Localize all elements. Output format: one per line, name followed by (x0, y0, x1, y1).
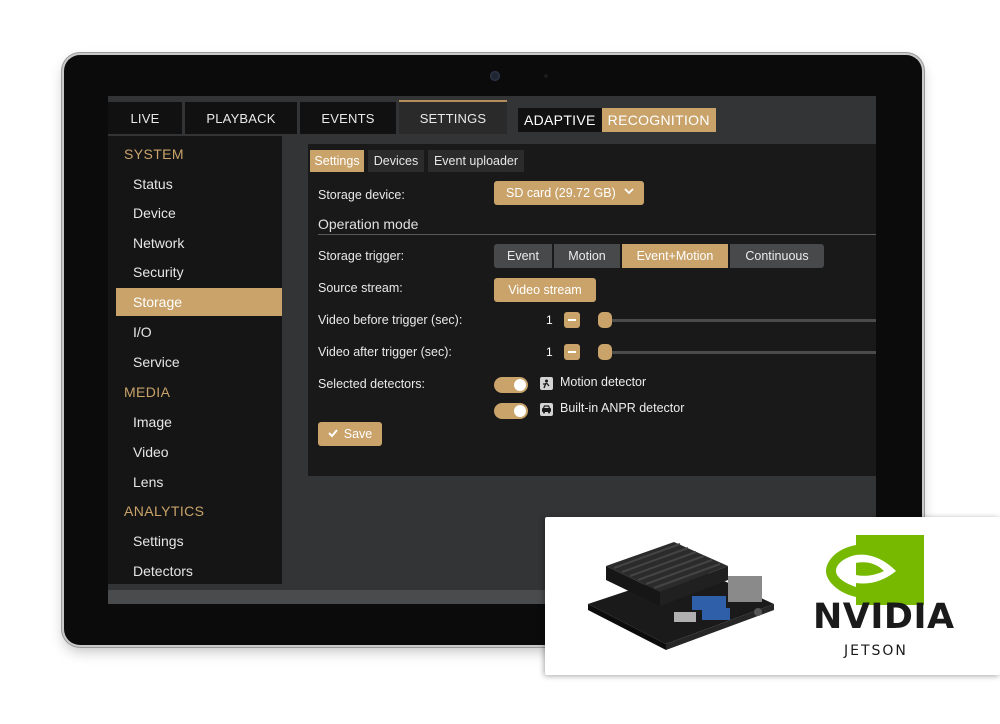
top-navigation: LIVE PLAYBACK EVENTS SETTINGS ADAPTIVE R… (108, 100, 876, 134)
storage-device-select[interactable]: SD card (29.72 GB) (494, 181, 644, 205)
nvidia-wordmark: NVIDIA (813, 597, 955, 637)
sidebar-item-service[interactable]: Service (116, 348, 282, 376)
jetson-board-image (588, 542, 774, 650)
save-button[interactable]: Save (318, 422, 382, 446)
trigger-option-continuous[interactable]: Continuous (730, 244, 824, 268)
checkmark-icon (328, 427, 338, 441)
sidebar-item-storage[interactable]: Storage (116, 288, 282, 316)
brand-logo: ADAPTIVE RECOGNITION (518, 108, 716, 132)
sidebar-item-image[interactable]: Image (116, 408, 282, 436)
trigger-option-event[interactable]: Event (494, 244, 552, 268)
video-after-label: Video after trigger (sec): (318, 345, 452, 359)
sidebar-section-system: SYSTEM (124, 146, 184, 162)
storage-device-label: Storage device: (318, 188, 405, 202)
tab-playback[interactable]: PLAYBACK (185, 102, 297, 134)
sidebar-section-analytics: ANALYTICS (124, 503, 205, 519)
video-after-slider-track[interactable] (604, 351, 876, 354)
sidebar-item-device[interactable]: Device (116, 199, 282, 227)
chevron-down-icon (624, 186, 634, 199)
subtab-devices[interactable]: Devices (368, 150, 424, 172)
video-after-decrement-button[interactable] (564, 344, 580, 360)
tab-events[interactable]: EVENTS (300, 102, 396, 134)
motion-detector-label: Motion detector (560, 375, 647, 389)
storage-settings-panel: Settings Devices Event uploader Storage … (308, 144, 876, 476)
sidebar-item-status[interactable]: Status (116, 170, 282, 198)
tab-live[interactable]: LIVE (108, 102, 182, 134)
motion-detector-icon (540, 377, 553, 390)
video-before-value: 1 (546, 313, 553, 327)
car-icon (540, 403, 553, 416)
camera-icon (490, 71, 500, 81)
trigger-option-event-motion[interactable]: Event+Motion (622, 244, 728, 268)
selected-detectors-label: Selected detectors: (318, 377, 426, 391)
brand-part-adaptive: ADAPTIVE (518, 108, 602, 132)
nvidia-logo (826, 535, 924, 605)
subtab-settings[interactable]: Settings (310, 150, 364, 172)
video-after-value: 1 (546, 345, 553, 359)
video-before-slider-track[interactable] (604, 319, 876, 322)
sidebar-item-io[interactable]: I/O (116, 318, 282, 346)
sidebar-item-detectors[interactable]: Detectors (116, 557, 282, 585)
storage-device-value: SD card (29.72 GB) (506, 186, 616, 200)
brand-part-recognition: RECOGNITION (601, 108, 716, 132)
video-before-decrement-button[interactable] (564, 312, 580, 328)
storage-trigger-label: Storage trigger: (318, 249, 405, 263)
anpr-detector-label: Built-in ANPR detector (560, 401, 685, 415)
trigger-option-motion[interactable]: Motion (554, 244, 620, 268)
sidebar-item-security[interactable]: Security (116, 258, 282, 286)
video-after-slider-handle[interactable] (598, 344, 612, 360)
source-stream-select[interactable]: Video stream (494, 278, 596, 302)
section-divider (318, 234, 876, 235)
subtab-event-uploader[interactable]: Event uploader (428, 150, 524, 172)
sidebar-item-lens[interactable]: Lens (116, 468, 282, 496)
tab-settings[interactable]: SETTINGS (399, 100, 507, 134)
sensor-dot (544, 74, 548, 78)
video-before-label: Video before trigger (sec): (318, 313, 463, 327)
sidebar: SYSTEM Status Device Network Security St… (108, 136, 282, 584)
sidebar-item-network[interactable]: Network (116, 229, 282, 257)
save-button-label: Save (343, 427, 373, 441)
sidebar-item-analytics-settings[interactable]: Settings (116, 527, 282, 555)
video-before-slider-handle[interactable] (598, 312, 612, 328)
jetson-label: JETSON (844, 643, 908, 659)
sidebar-item-video[interactable]: Video (116, 438, 282, 466)
anpr-detector-toggle[interactable] (494, 403, 528, 419)
sidebar-section-media: MEDIA (124, 384, 171, 400)
motion-detector-toggle[interactable] (494, 377, 528, 393)
operation-mode-title: Operation mode (318, 216, 419, 232)
source-stream-label: Source stream: (318, 281, 403, 295)
